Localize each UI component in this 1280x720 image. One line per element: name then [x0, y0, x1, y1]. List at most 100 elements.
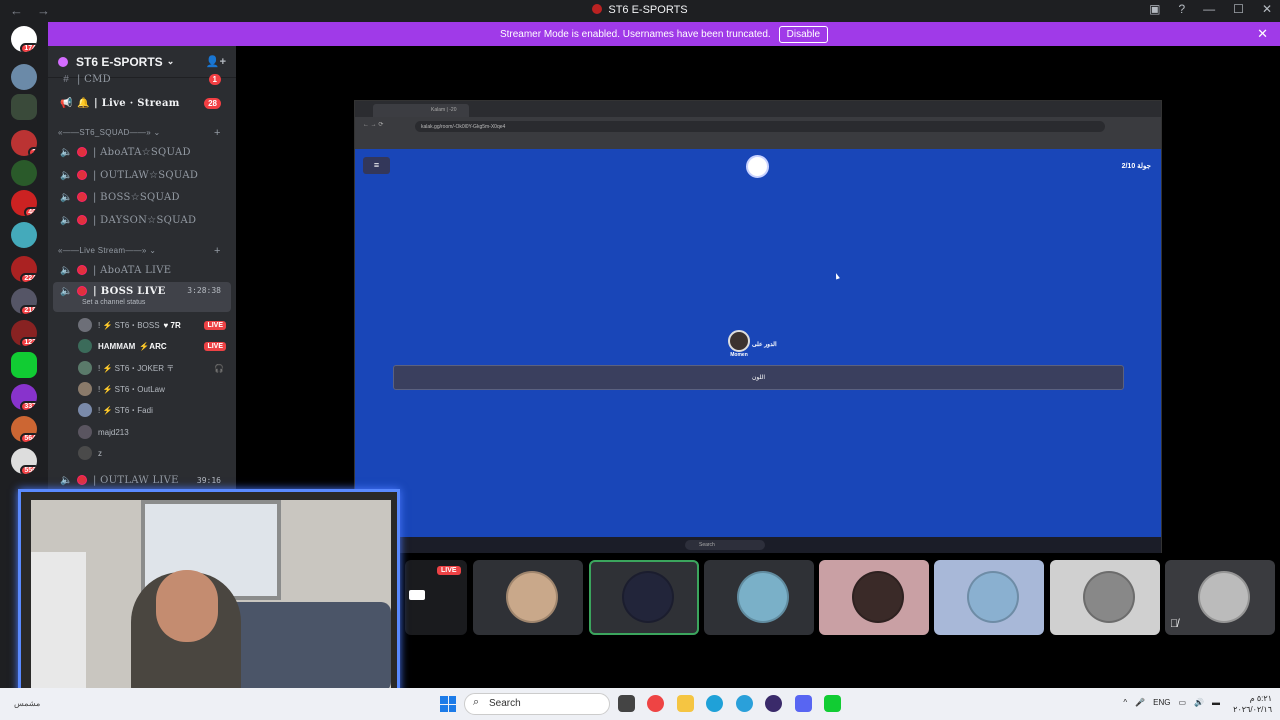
- server-icon[interactable]: 224: [11, 256, 37, 282]
- server-icon-st6[interactable]: 40: [11, 190, 37, 216]
- clock[interactable]: ٥:٢١ م ٢٠٢٦/٠٢/١٦: [1233, 693, 1272, 715]
- avatar: [1198, 571, 1250, 623]
- server-icon[interactable]: [11, 352, 37, 378]
- inbox-icon[interactable]: ▣: [1149, 2, 1160, 16]
- window-controls: ▣ ? — ☐ ✕: [1149, 2, 1272, 16]
- webcam-overlay: [18, 489, 400, 703]
- chevron-up-icon[interactable]: ^: [1123, 698, 1127, 707]
- volume-icon[interactable]: 🔊: [1194, 698, 1204, 707]
- server-icon[interactable]: 123: [11, 320, 37, 346]
- category-live-stream[interactable]: «——Live Stream——» ⌄ +: [58, 245, 220, 257]
- language-indicator[interactable]: ENG: [1153, 698, 1170, 707]
- server-logo-icon: [592, 4, 603, 14]
- voice-user[interactable]: ! ⚡ ST6・OutLaw: [78, 380, 228, 398]
- voice-channel[interactable]: 🔈 | DAYSON☆SQUAD: [53, 210, 231, 230]
- chevron-down-icon: ⌄: [149, 246, 157, 255]
- voice-channel-boss-live[interactable]: 🔈 | BOSS LIVE 3:28:38 Set a channel stat…: [53, 282, 231, 312]
- voice-channel[interactable]: 🔈 | OUTLAW☆SQUAD: [53, 165, 231, 185]
- game-area[interactable]: ≡ جولة 2/10 Momen الدور على اللون: [355, 149, 1161, 537]
- voice-channel[interactable]: 🔈 | BOSS☆SQUAD: [53, 187, 231, 207]
- server-icon[interactable]: [11, 94, 37, 120]
- chrome-icon[interactable]: [647, 695, 664, 712]
- voice-user[interactable]: HAMMAM ⚡ARC LIVE: [78, 337, 228, 355]
- voice-user[interactable]: majd213: [78, 423, 228, 441]
- mention-badge: 123: [20, 337, 37, 346]
- edge-icon[interactable]: [706, 695, 723, 712]
- server-icon[interactable]: [11, 222, 37, 248]
- participant-tile[interactable]: [1050, 560, 1160, 635]
- participant-tile[interactable]: 🎙̸: [1165, 560, 1275, 635]
- participant-tile[interactable]: [473, 560, 583, 635]
- weather-widget[interactable]: مشمس: [14, 699, 40, 708]
- mention-badge: 337: [20, 401, 37, 410]
- chevron-down-icon: ⌄: [166, 56, 175, 66]
- add-channel-icon[interactable]: +: [214, 245, 221, 257]
- taskbar-search[interactable]: ⌕ Search: [464, 693, 610, 715]
- mention-badge: 2: [28, 147, 37, 156]
- voice-channel[interactable]: 🔈 | AboATA☆SQUAD: [53, 142, 231, 162]
- channel-cmd[interactable]: # | CMD 1: [53, 72, 231, 86]
- voice-user[interactable]: ! ⚡ ST6・BOSS ♥ 7R LIVE: [78, 316, 228, 334]
- speaker-icon: 🔈: [60, 191, 73, 203]
- add-channel-icon[interactable]: +: [214, 127, 221, 139]
- screen-share[interactable]: Kalam | -20 ← → ⟳ kalak.gg/room/-Ok0l0Y-…: [354, 100, 1162, 553]
- server-icon[interactable]: 564: [11, 416, 37, 442]
- add-member-icon[interactable]: 👤+: [206, 55, 226, 68]
- voice-channel-outlaw-live[interactable]: 🔈 | OUTLAW LIVE 39:16: [53, 470, 231, 490]
- bell-icon: 🔔: [77, 97, 90, 109]
- hamburger-menu-icon[interactable]: ≡: [363, 157, 390, 174]
- server-icon[interactable]: [11, 160, 37, 186]
- app-icon[interactable]: [824, 695, 841, 712]
- avatar: [506, 571, 558, 623]
- voice-user[interactable]: ! ⚡ ST6・Fadi: [78, 401, 228, 419]
- server-icon[interactable]: [11, 64, 37, 90]
- mouse-cursor-icon: [834, 272, 840, 280]
- help-icon[interactable]: ?: [1178, 2, 1185, 16]
- mic-icon[interactable]: 🎤: [1135, 698, 1145, 707]
- call-timer: 39:16: [196, 475, 221, 485]
- server-icon[interactable]: 556: [11, 448, 37, 474]
- discord-icon[interactable]: [795, 695, 812, 712]
- search-icon: ⌕: [473, 696, 480, 708]
- minimize-icon[interactable]: —: [1203, 2, 1215, 16]
- server-icon[interactable]: 2: [11, 130, 37, 156]
- channel-live-stream[interactable]: 📢 🔔 | Live · Stream 28: [53, 93, 231, 113]
- participant-tile[interactable]: [819, 560, 929, 635]
- server-icon[interactable]: 218: [11, 288, 37, 314]
- avatar: [622, 571, 674, 623]
- voice-user[interactable]: ! ⚡ ST6・JOKER 〒 🎧: [78, 359, 228, 377]
- red-circle-icon: [77, 192, 87, 202]
- answer-bar[interactable]: اللون: [393, 365, 1124, 390]
- app-icon[interactable]: [765, 695, 782, 712]
- banner-text: Streamer Mode is enabled. Usernames have…: [499, 28, 771, 40]
- live-badge: LIVE: [204, 320, 226, 330]
- participant-tile[interactable]: [704, 560, 814, 635]
- avatar: [852, 571, 904, 623]
- voice-user[interactable]: z: [78, 444, 228, 462]
- streamer-search: Search: [685, 540, 765, 550]
- mention-badge: 556: [20, 465, 37, 474]
- maximize-icon[interactable]: ☐: [1233, 2, 1244, 16]
- category-squad[interactable]: «——ST6_SQUAD——» ⌄ +: [58, 127, 220, 139]
- file-explorer-icon[interactable]: [677, 695, 694, 712]
- banner-close-icon[interactable]: ✕: [1257, 26, 1268, 42]
- url-field[interactable]: kalak.gg/room/-Ok0l0Y-Gkg5m-X0qe4: [415, 121, 1105, 132]
- telegram-icon[interactable]: [736, 695, 753, 712]
- browser-tab[interactable]: Kalam | -20: [373, 104, 469, 117]
- channel-status[interactable]: Set a channel status: [82, 299, 145, 306]
- voice-channel[interactable]: 🔈 | AboATA LIVE: [53, 260, 231, 280]
- battery-icon[interactable]: ▬: [1212, 698, 1220, 707]
- windows-start-icon[interactable]: [440, 696, 456, 712]
- live-badge: LIVE: [437, 566, 461, 575]
- server-icon[interactable]: 337: [11, 384, 37, 410]
- disable-button[interactable]: Disable: [778, 25, 829, 43]
- home-server[interactable]: 174: [11, 26, 37, 52]
- participant-tile[interactable]: LIVE: [405, 560, 467, 635]
- participant-tile[interactable]: [934, 560, 1044, 635]
- streamer-taskbar: Search: [355, 537, 1161, 553]
- participant-tile-speaking[interactable]: [589, 560, 699, 635]
- network-icon[interactable]: ▭: [1178, 698, 1186, 707]
- close-icon[interactable]: ✕: [1262, 2, 1272, 16]
- system-tray: ^ 🎤 ENG ▭ 🔊 ▬: [1123, 698, 1220, 707]
- task-view-icon[interactable]: [618, 695, 635, 712]
